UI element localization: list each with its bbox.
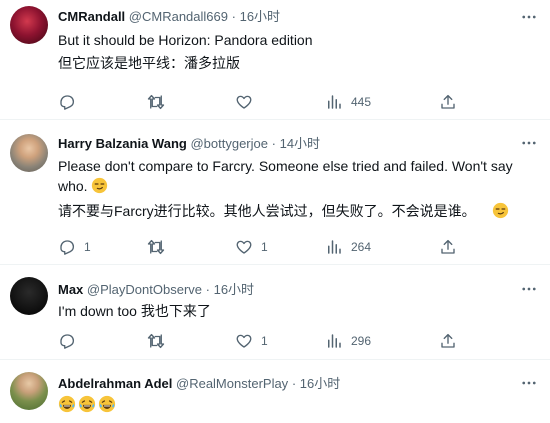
tweet-text-line: Please don't compare to Farcry. Someone … <box>58 158 513 174</box>
retweet-button[interactable] <box>147 92 173 112</box>
views-icon <box>325 238 343 256</box>
tweet[interactable]: Max @PlayDontObserve · 16小时 I'm down too… <box>0 265 550 360</box>
view-count: 296 <box>351 334 372 348</box>
retweet-button[interactable] <box>147 237 173 257</box>
like-button[interactable]: 1 <box>235 237 268 257</box>
author-handle[interactable]: @RealMonsterPlay <box>176 376 288 391</box>
views-button[interactable]: 264 <box>325 237 371 257</box>
more-icon <box>520 280 538 298</box>
retweet-button[interactable] <box>147 331 173 351</box>
laughing-tears-emoji-icon <box>58 395 76 413</box>
like-count: 1 <box>261 240 268 254</box>
tweet-header: Harry Balzania Wang @bottygerjoe · 14小时 <box>58 135 320 153</box>
retweet-icon <box>147 332 165 350</box>
reply-button[interactable]: 1 <box>58 237 91 257</box>
tweet-actions: 1 1 264 <box>58 237 550 257</box>
tweet-text-line: who. <box>58 176 108 196</box>
share-icon <box>439 238 457 256</box>
reply-button[interactable] <box>58 331 84 351</box>
more-icon <box>520 374 538 392</box>
reply-button[interactable] <box>58 92 84 112</box>
avatar[interactable] <box>10 134 48 172</box>
tweet-text: 请不要与Farcry进行比较。其他人尝试过，但失败了。不会说是谁。 <box>58 203 476 219</box>
separator-dot: · <box>291 376 297 391</box>
timestamp[interactable]: 14小时 <box>280 136 320 151</box>
avatar[interactable] <box>10 372 48 410</box>
tweet-header: Max @PlayDontObserve · 16小时 <box>58 281 254 299</box>
author-name[interactable]: CMRandall <box>58 9 125 24</box>
reply-count: 1 <box>84 240 91 254</box>
reply-icon <box>58 238 76 256</box>
more-options-button[interactable] <box>520 374 538 392</box>
view-count: 445 <box>351 95 372 109</box>
tweet-text-line <box>58 395 116 415</box>
share-button[interactable] <box>439 92 457 112</box>
tweet-text-line: 请不要与Farcry进行比较。其他人尝试过，但失败了。不会说是谁。 <box>58 201 509 221</box>
author-handle[interactable]: @PlayDontObserve <box>87 282 202 297</box>
tweet-header: CMRandall @CMRandall669 · 16小时 <box>58 8 280 26</box>
author-handle[interactable]: @bottygerjoe <box>190 136 268 151</box>
view-count: 264 <box>351 240 372 254</box>
tweet-actions: 1 296 <box>58 331 550 351</box>
retweet-icon <box>147 238 165 256</box>
laughing-tears-emoji-icon <box>98 395 116 413</box>
retweet-icon <box>147 93 165 111</box>
like-button[interactable]: 1 <box>235 331 268 351</box>
timestamp[interactable]: 16小时 <box>240 9 280 24</box>
views-icon <box>325 93 343 111</box>
author-name[interactable]: Harry Balzania Wang <box>58 136 187 151</box>
tweet[interactable]: Harry Balzania Wang @bottygerjoe · 14小时 … <box>0 120 550 265</box>
reply-icon <box>58 332 76 350</box>
like-count: 1 <box>261 334 268 348</box>
views-button[interactable]: 445 <box>325 92 371 112</box>
more-options-button[interactable] <box>520 280 538 298</box>
avatar[interactable] <box>10 277 48 315</box>
views-button[interactable]: 296 <box>325 331 371 351</box>
tweet-text-line: But it should be Horizon: Pandora editio… <box>58 32 313 48</box>
tweet-text-line: I'm down too 我也下来了 <box>58 303 211 319</box>
tweet[interactable]: Abdelrahman Adel @RealMonsterPlay · 16小时 <box>0 360 550 423</box>
timestamp[interactable]: 16小时 <box>300 376 340 391</box>
like-button[interactable] <box>235 92 261 112</box>
tweet-text-line: 但它应该是地平线：潘多拉版 <box>58 55 240 71</box>
author-handle[interactable]: @CMRandall669 <box>129 9 228 24</box>
share-icon <box>439 332 457 350</box>
separator-dot: · <box>205 282 210 297</box>
heart-icon <box>235 332 253 350</box>
smirk-emoji-icon <box>91 177 108 194</box>
avatar[interactable] <box>10 6 48 44</box>
separator-dot: · <box>271 136 276 151</box>
views-icon <box>325 332 343 350</box>
timestamp[interactable]: 16小时 <box>214 282 254 297</box>
more-options-button[interactable] <box>520 8 538 26</box>
share-button[interactable] <box>439 331 457 351</box>
tweet-header: Abdelrahman Adel @RealMonsterPlay · 16小时 <box>58 375 340 393</box>
share-icon <box>439 93 457 111</box>
heart-icon <box>235 238 253 256</box>
author-name[interactable]: Max <box>58 282 83 297</box>
heart-icon <box>235 93 253 111</box>
tweet[interactable]: CMRandall @CMRandall669 · 16小时 But it sh… <box>0 0 550 120</box>
tweet-text: who. <box>58 178 88 194</box>
more-options-button[interactable] <box>520 134 538 152</box>
author-name[interactable]: Abdelrahman Adel <box>58 376 172 391</box>
more-icon <box>520 134 538 152</box>
tweet-actions: 445 <box>58 92 550 112</box>
share-button[interactable] <box>439 237 457 257</box>
reply-icon <box>58 93 76 111</box>
separator-dot: · <box>231 9 236 24</box>
laughing-tears-emoji-icon <box>78 395 96 413</box>
more-icon <box>520 8 538 26</box>
smirk-emoji-icon <box>492 202 509 219</box>
